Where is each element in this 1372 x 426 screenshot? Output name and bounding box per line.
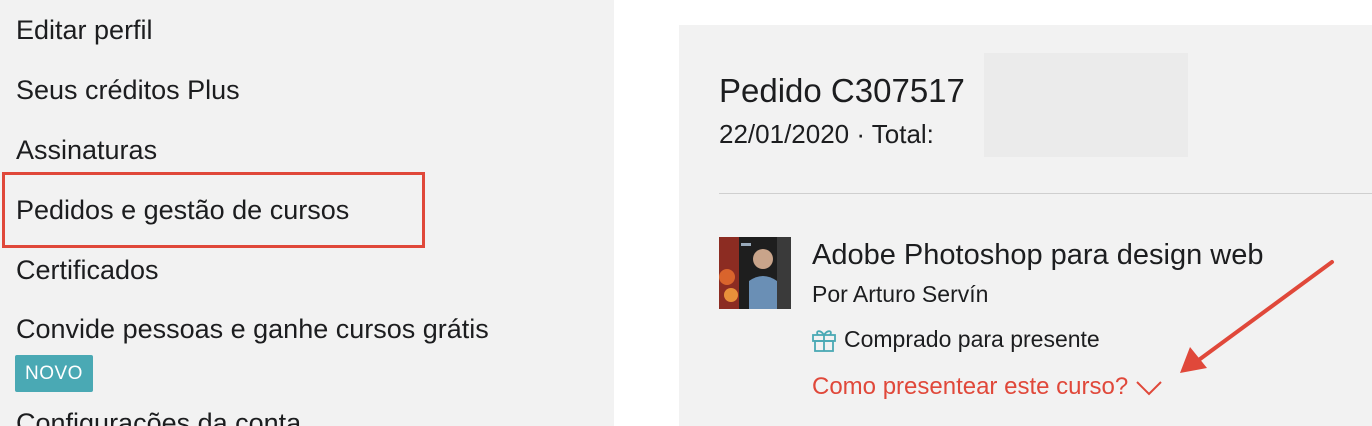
- sidebar-item-certificados[interactable]: Certificados: [16, 253, 159, 287]
- gift-icon: [812, 330, 836, 352]
- sidebar-item-editar-perfil[interactable]: Editar perfil: [16, 13, 153, 47]
- gift-howto-label[interactable]: Como presentear este curso?: [812, 371, 1128, 403]
- gift-status: Comprado para presente: [810, 323, 1100, 355]
- redaction-block: [984, 53, 1188, 157]
- sidebar-item-creditos-plus[interactable]: Seus créditos Plus: [16, 73, 240, 107]
- gift-status-label: Comprado para presente: [844, 326, 1100, 352]
- course-thumbnail[interactable]: [719, 237, 791, 309]
- sidebar-item-configuracoes[interactable]: Configurações da conta: [16, 406, 301, 426]
- new-badge: NOVO: [15, 355, 93, 392]
- course-title[interactable]: Adobe Photoshop para design web: [812, 237, 1263, 273]
- chevron-down-icon[interactable]: [1134, 376, 1164, 398]
- annotation-highlight-box: [2, 172, 425, 248]
- sidebar-item-convide[interactable]: Convide pessoas e ganhe cursos grátis: [16, 312, 489, 346]
- divider: [719, 193, 1372, 194]
- order-card: Pedido C307517 22/01/2020 · Total: Adobe…: [679, 25, 1372, 426]
- course-author: Por Arturo Servín: [812, 281, 989, 307]
- order-meta: 22/01/2020 · Total:: [719, 119, 934, 149]
- sidebar-item-assinaturas[interactable]: Assinaturas: [16, 133, 157, 167]
- gift-howto-link[interactable]: Como presentear este curso?: [812, 371, 1164, 403]
- order-title: Pedido C307517: [719, 72, 965, 109]
- account-sidebar: Editar perfil Seus créditos Plus Assinat…: [0, 0, 614, 426]
